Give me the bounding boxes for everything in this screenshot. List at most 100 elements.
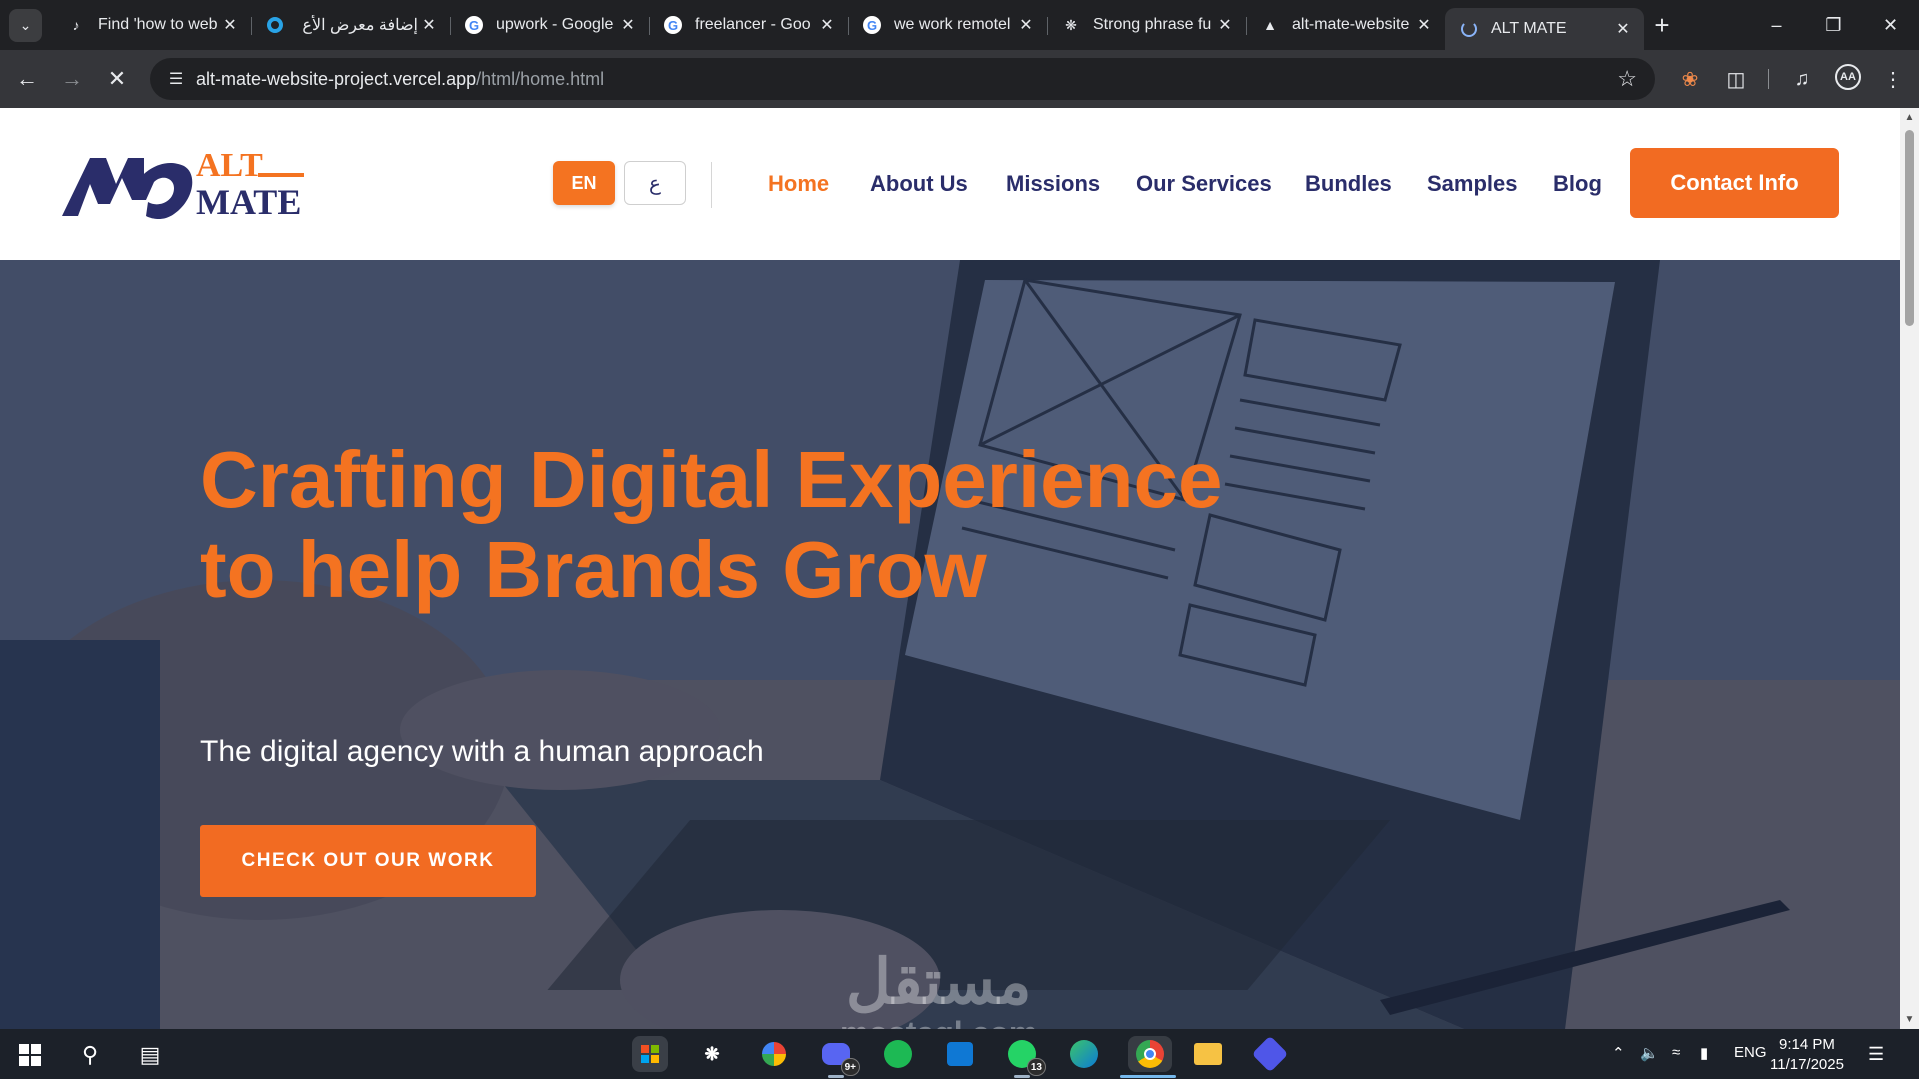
site-settings-icon[interactable]: ☰ <box>156 59 196 99</box>
clock-time: 9:14 PM <box>1779 1036 1835 1053</box>
close-icon[interactable]: ✕ <box>617 14 639 36</box>
chevron-down-icon: ⌄ <box>19 17 32 33</box>
battery-icon[interactable]: ▮ <box>1700 1044 1708 1062</box>
hero-overlay <box>0 260 1900 1029</box>
nav-home[interactable]: Home <box>768 171 829 197</box>
back-button[interactable]: ← <box>9 61 45 97</box>
nav-missions[interactable]: Missions <box>1006 171 1100 197</box>
tab-title: Find 'how to web <box>98 16 218 33</box>
notifications-icon[interactable]: ☰ <box>1868 1044 1884 1065</box>
system-clock[interactable]: 9:14 PM 11/17/2025 <box>1770 1035 1844 1075</box>
scroll-up-icon[interactable]: ▲ <box>1904 112 1915 124</box>
extension-icon[interactable]: ❀ <box>1675 64 1705 94</box>
media-player-icon[interactable] <box>1251 1035 1289 1073</box>
input-language[interactable]: ENG <box>1734 1044 1767 1061</box>
tiktok-icon: ♪ <box>72 17 80 33</box>
google-icon: G <box>464 15 484 35</box>
microsoft-store-icon[interactable] <box>632 1036 668 1072</box>
spotify-icon[interactable] <box>880 1036 916 1072</box>
google-icon: G <box>663 15 683 35</box>
menu-dots-icon[interactable]: ⋮ <box>1878 64 1908 94</box>
logo-line2: MATE <box>196 182 301 222</box>
nav-about-us[interactable]: About Us <box>870 171 968 197</box>
nav-our-services[interactable]: Our Services <box>1136 171 1272 197</box>
windows-start-icon[interactable] <box>12 1037 48 1073</box>
close-icon[interactable]: ✕ <box>1413 14 1435 36</box>
forward-button[interactable]: → <box>54 61 90 97</box>
stop-loading-button[interactable]: ✕ <box>99 61 135 97</box>
volume-icon[interactable]: 🔈 <box>1640 1044 1659 1062</box>
language-ar-button[interactable]: ع <box>624 161 686 205</box>
tab-title: upwork - Google <box>496 16 614 33</box>
search-icon[interactable]: ⚲ <box>72 1037 108 1073</box>
extensions-puzzle-icon[interactable]: ◫ <box>1721 64 1751 94</box>
check-out-our-work-button[interactable]: CHECK OUT OUR WORK <box>200 825 536 897</box>
tab-title: Strong phrase fu <box>1093 16 1212 33</box>
edge-icon[interactable] <box>1066 1036 1102 1072</box>
alt-mate-logo[interactable]: ALT MATE <box>62 144 312 224</box>
tab[interactable]: إضافة معرض الأع ✕ <box>251 8 450 42</box>
site-header: ALT MATE EN ع Home About Us Missions Our… <box>0 108 1900 260</box>
tab-search-button[interactable]: ⌄ <box>9 9 42 42</box>
tab[interactable]: G we work remotel ✕ <box>848 8 1047 42</box>
wifi-icon[interactable]: ≈ <box>1672 1044 1680 1061</box>
logo-line1: ALT <box>196 147 263 184</box>
task-view-icon[interactable]: ▤ <box>132 1037 168 1073</box>
page-scrollbar[interactable]: ▲ ▼ <box>1900 108 1919 1029</box>
tab-title: إضافة معرض الأع <box>302 17 418 34</box>
scrollbar-thumb[interactable] <box>1905 130 1914 326</box>
new-tab-button[interactable]: + <box>1644 8 1680 42</box>
tab-title: we work remotel <box>894 16 1011 33</box>
close-icon[interactable]: ✕ <box>816 14 838 36</box>
close-icon[interactable]: ✕ <box>219 14 241 36</box>
tab[interactable]: ❋ Strong phrase fu ✕ <box>1047 8 1246 42</box>
scroll-down-icon[interactable]: ▼ <box>1904 1014 1915 1026</box>
whatsapp-badge: 13 <box>1026 1058 1046 1076</box>
google-photos-icon[interactable] <box>756 1036 792 1072</box>
contact-info-button[interactable]: Contact Info <box>1630 148 1839 218</box>
hero-subtitle: The digital agency with a human approach <box>200 735 764 768</box>
close-icon[interactable]: ✕ <box>1015 14 1037 36</box>
close-window-button[interactable]: ✕ <box>1862 0 1919 50</box>
close-icon[interactable]: ✕ <box>418 14 440 36</box>
file-explorer-icon[interactable] <box>1190 1036 1226 1072</box>
discord-badge: 9+ <box>840 1058 860 1076</box>
outlook-icon[interactable] <box>942 1036 978 1072</box>
loading-icon <box>1459 19 1479 39</box>
restore-button[interactable]: ❐ <box>1805 0 1862 50</box>
nav-bundles[interactable]: Bundles <box>1305 171 1392 197</box>
chevron-up-icon[interactable]: ⌃ <box>1612 1044 1625 1062</box>
close-icon: ✕ <box>107 66 127 91</box>
nav-blog[interactable]: Blog <box>1553 171 1602 197</box>
running-indicator <box>1014 1075 1030 1078</box>
tab-title: ALT MATE <box>1491 20 1567 37</box>
minimize-button[interactable]: – <box>1748 0 1805 50</box>
toolbar-divider <box>1768 69 1769 89</box>
tab-active[interactable]: ALT MATE ✕ <box>1445 8 1644 50</box>
tab[interactable]: ▲ alt-mate-website ✕ <box>1246 8 1445 42</box>
nav-samples[interactable]: Samples <box>1427 171 1518 197</box>
tab[interactable]: G upwork - Google ✕ <box>450 8 649 42</box>
bookmark-star-icon[interactable]: ☆ <box>1617 66 1637 92</box>
tab-title: freelancer - Goo <box>695 16 811 33</box>
browser-tab-strip: ⌄ ♪ Find 'how to web ✕ إضافة معرض الأع ✕… <box>0 0 1919 50</box>
tab[interactable]: ♪ Find 'how to web ✕ <box>52 8 251 42</box>
whatsapp-icon[interactable]: 13 <box>1004 1036 1046 1076</box>
mostaql-icon <box>265 15 285 35</box>
tab[interactable]: G freelancer - Goo ✕ <box>649 8 848 42</box>
plus-icon: + <box>1654 9 1670 40</box>
chrome-icon[interactable] <box>1128 1036 1172 1072</box>
windows-taskbar: ⚲ ▤ ❋ 9+ 13 ⌃ 🔈 ≈ ▮ ENG 9:14 PM 11/17/20… <box>0 1029 1919 1079</box>
media-controls-icon[interactable]: ♫ <box>1787 64 1817 94</box>
address-bar[interactable]: ☰ alt-mate-website-project.vercel.app/ht… <box>150 58 1655 100</box>
profile-avatar[interactable]: AA <box>1835 64 1861 90</box>
close-icon[interactable]: ✕ <box>1612 18 1634 40</box>
close-icon[interactable]: ✕ <box>1214 14 1236 36</box>
arrow-right-icon: → <box>61 66 83 91</box>
hero-title: Crafting Digital Experience to help Bran… <box>200 435 1223 614</box>
chatgpt-icon[interactable]: ❋ <box>694 1036 730 1072</box>
discord-icon[interactable]: 9+ <box>818 1036 860 1076</box>
tab-list: ♪ Find 'how to web ✕ إضافة معرض الأع ✕ G… <box>52 8 1680 50</box>
active-indicator <box>1120 1075 1176 1078</box>
language-en-button[interactable]: EN <box>553 161 615 205</box>
